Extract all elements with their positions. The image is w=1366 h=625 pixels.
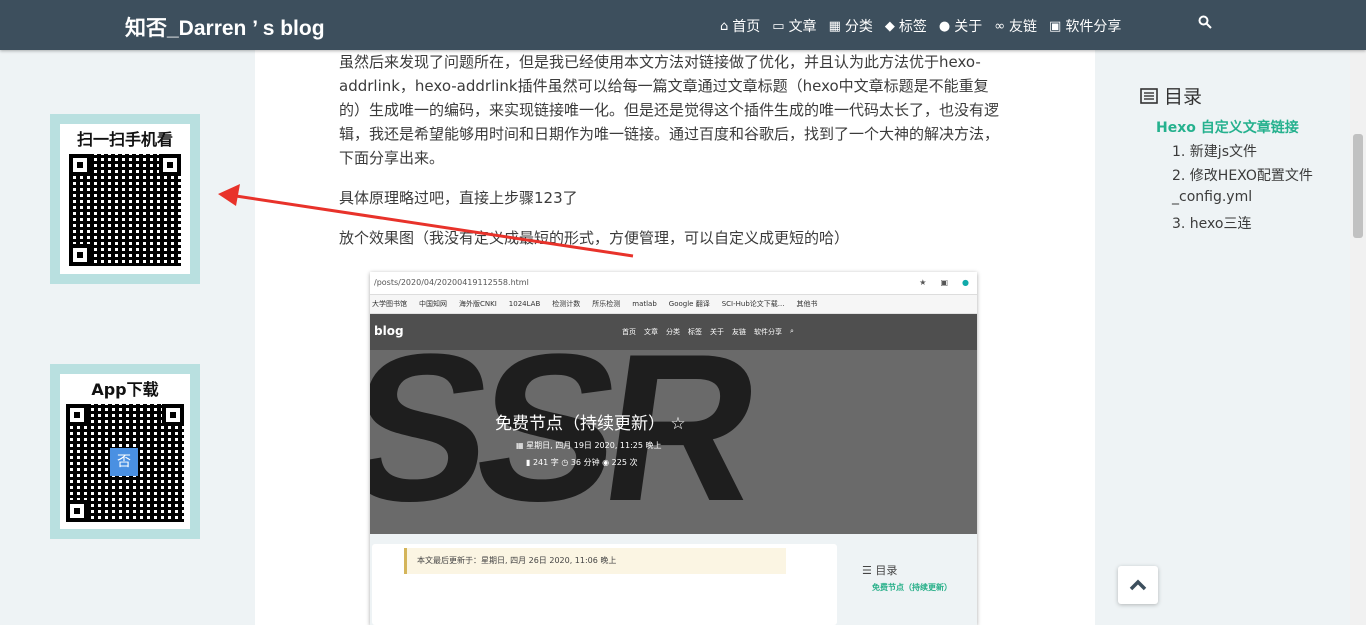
- article-paragraph-2: 具体原理略过吧，直接上步骤123了: [339, 189, 578, 207]
- list-icon: [1140, 87, 1158, 104]
- shot-menu-item: 首页: [622, 328, 636, 336]
- bookmark: 其他书: [796, 300, 818, 308]
- bookmark: 海外版CNKI: [459, 300, 497, 308]
- bookmark: Google 翻译: [668, 300, 710, 308]
- app-logo: 否: [110, 448, 138, 476]
- shot-post-title: 免费节点（持续更新） ☆: [495, 409, 686, 434]
- toc-link-1[interactable]: 1. 新建js文件: [1172, 141, 1257, 161]
- shot-menu-item: 分类: [666, 328, 680, 336]
- shot-content-area: 本文最后更新于：星期日, 四月 26日 2020, 11:06 晚上 ☰ 目录 …: [370, 534, 977, 625]
- bookmark: 1024LAB: [508, 300, 541, 308]
- nav-item-friends[interactable]: ∞ 友链: [994, 16, 1037, 36]
- star-icon: ★: [919, 278, 927, 287]
- shot-menu-item: 友链: [732, 328, 746, 336]
- app-qr-panel: App下载 否: [50, 364, 200, 539]
- apps-icon: ▣: [1049, 18, 1062, 34]
- article-paragraph-1: 虽然后来发现了问题所在，但是我已经使用本文方法对链接做了优化，并且认为此方法优于…: [339, 53, 1000, 167]
- nav-label: 首页: [732, 19, 761, 35]
- nav-label: 标签: [898, 19, 927, 35]
- bookmark: 所乐检测: [592, 300, 621, 308]
- toc-link-main[interactable]: Hexo 自定义文章链接: [1156, 117, 1299, 137]
- mobile-qr-title: 扫一扫手机看: [76, 130, 173, 149]
- profile-icon: ●: [962, 278, 969, 287]
- nav-item-articles[interactable]: ▭ 文章: [772, 16, 816, 36]
- shot-toc-item: 免费节点（持续更新）: [872, 583, 952, 592]
- page-scrollbar[interactable]: [1350, 50, 1366, 625]
- bookmark: 中国知网: [419, 300, 447, 308]
- clock-icon: ◷: [561, 458, 569, 467]
- shot-toc-title-text: 目录: [875, 564, 898, 577]
- shot-url-bar: /posts/2020/04/20200419112558.html ★ ▣ ●: [370, 272, 977, 295]
- nav-label: 分类: [844, 19, 873, 35]
- nav-menu: ⌂ 首页 ▭ 文章 ▦ 分类 ◆ 标签 ● 关于 ∞ 友链 ▣ 软件分享: [720, 16, 1121, 36]
- shot-navbar: blog 首页 文章 分类 标签 关于 友链 软件分享 ⌕: [370, 314, 977, 350]
- calendar-icon: ▦: [516, 441, 524, 450]
- shot-date-text: 星期日, 四月 19日 2020, 11:25 晚上: [526, 441, 662, 450]
- shot-word-count: 241 字: [532, 458, 559, 467]
- nav-label: 软件分享: [1065, 19, 1122, 35]
- app-qr-code: 否: [66, 404, 184, 522]
- bookmark: 检测计数: [552, 300, 581, 308]
- shot-menu-item: 文章: [644, 328, 658, 336]
- shot-menu-item: 关于: [710, 328, 724, 336]
- eye-icon: ◉: [602, 458, 610, 467]
- nav-item-software[interactable]: ▣ 软件分享: [1049, 16, 1121, 36]
- nav-item-about[interactable]: ● 关于: [939, 16, 982, 36]
- nav-item-home[interactable]: ⌂ 首页: [720, 16, 760, 36]
- effect-screenshot: /posts/2020/04/20200419112558.html ★ ▣ ●…: [370, 272, 977, 625]
- back-to-top-button[interactable]: [1118, 566, 1158, 604]
- shot-bookmarks-bar: 大学图书馆 中国知网 海外版CNKI 1024LAB 检测计数 所乐检测 mat…: [370, 295, 977, 314]
- shot-menu: 首页 文章 分类 标签 关于 友链 软件分享 ⌕: [622, 327, 794, 337]
- article-paragraph-3: 放个效果图（我没有定义成最短的形式，方便管理，可以自定义成更短的哈）: [339, 229, 850, 247]
- chevron-up-icon: [1129, 579, 1147, 591]
- shot-update-note: 本文最后更新于：星期日, 四月 26日 2020, 11:06 晚上: [404, 548, 786, 574]
- toc-title: 目录: [1140, 82, 1202, 109]
- app-qr-title: App下载: [91, 380, 159, 399]
- nav-item-categories[interactable]: ▦ 分类: [829, 16, 873, 36]
- tags-icon: ◆: [884, 18, 895, 34]
- extension-icon: ▣: [940, 278, 949, 287]
- shot-toc-title: ☰ 目录: [862, 562, 897, 578]
- home-icon: ⌂: [720, 18, 729, 34]
- shot-url: /posts/2020/04/20200419112558.html: [374, 278, 529, 287]
- toc-title-text: 目录: [1164, 86, 1203, 108]
- bookmark: 大学图书馆: [372, 300, 407, 308]
- toc-link-3[interactable]: 3. hexo三连: [1172, 213, 1251, 233]
- site-brand[interactable]: 知否_Darren ’ s blog: [125, 12, 325, 42]
- link-icon: ∞: [994, 18, 1006, 34]
- shot-view-count: 225 次: [611, 458, 638, 467]
- chart-icon: ▮: [526, 458, 531, 467]
- grid-icon: ▦: [828, 18, 841, 34]
- shot-post-date: ▦ 星期日, 四月 19日 2020, 11:25 晚上: [516, 440, 662, 451]
- shot-menu-item: 标签: [688, 328, 702, 336]
- search-icon: ⌕: [790, 327, 794, 335]
- nav-label: 文章: [788, 19, 817, 35]
- star-outline-icon: ☆: [670, 414, 686, 434]
- top-navbar: 知否_Darren ’ s blog ⌂ 首页 ▭ 文章 ▦ 分类 ◆ 标签 ●…: [0, 0, 1366, 50]
- bookmark: SCI-Hub论文下载...: [721, 300, 785, 308]
- archive-icon: ▭: [772, 18, 785, 34]
- shot-hero-banner: SSR blog 首页 文章 分类 标签 关于 友链 软件分享 ⌕ 免费节点（持…: [370, 314, 977, 536]
- mobile-qr-code: [69, 154, 181, 266]
- shot-brand: blog: [374, 324, 404, 338]
- toc-link-2-cont[interactable]: _config.yml: [1172, 189, 1252, 205]
- search-icon[interactable]: [1198, 15, 1212, 33]
- shot-menu-item: 软件分享: [754, 328, 782, 336]
- nav-label: 友链: [1009, 19, 1038, 35]
- shot-post-title-text: 免费节点（持续更新）: [495, 414, 665, 434]
- bookmark: matlab: [632, 300, 657, 308]
- shot-read-time: 36 分钟: [570, 458, 600, 467]
- mobile-qr-panel: 扫一扫手机看: [50, 114, 200, 284]
- user-icon: ●: [938, 18, 951, 34]
- nav-item-tags[interactable]: ◆ 标签: [885, 16, 927, 36]
- shot-post-stats: ▮ 241 字 ◷ 36 分钟 ◉ 225 次: [526, 457, 637, 468]
- scrollbar-thumb[interactable]: [1353, 134, 1363, 238]
- nav-label: 关于: [954, 19, 983, 35]
- toc-link-2[interactable]: 2. 修改HEXO配置文件: [1172, 165, 1313, 185]
- list-icon: ☰: [862, 564, 872, 577]
